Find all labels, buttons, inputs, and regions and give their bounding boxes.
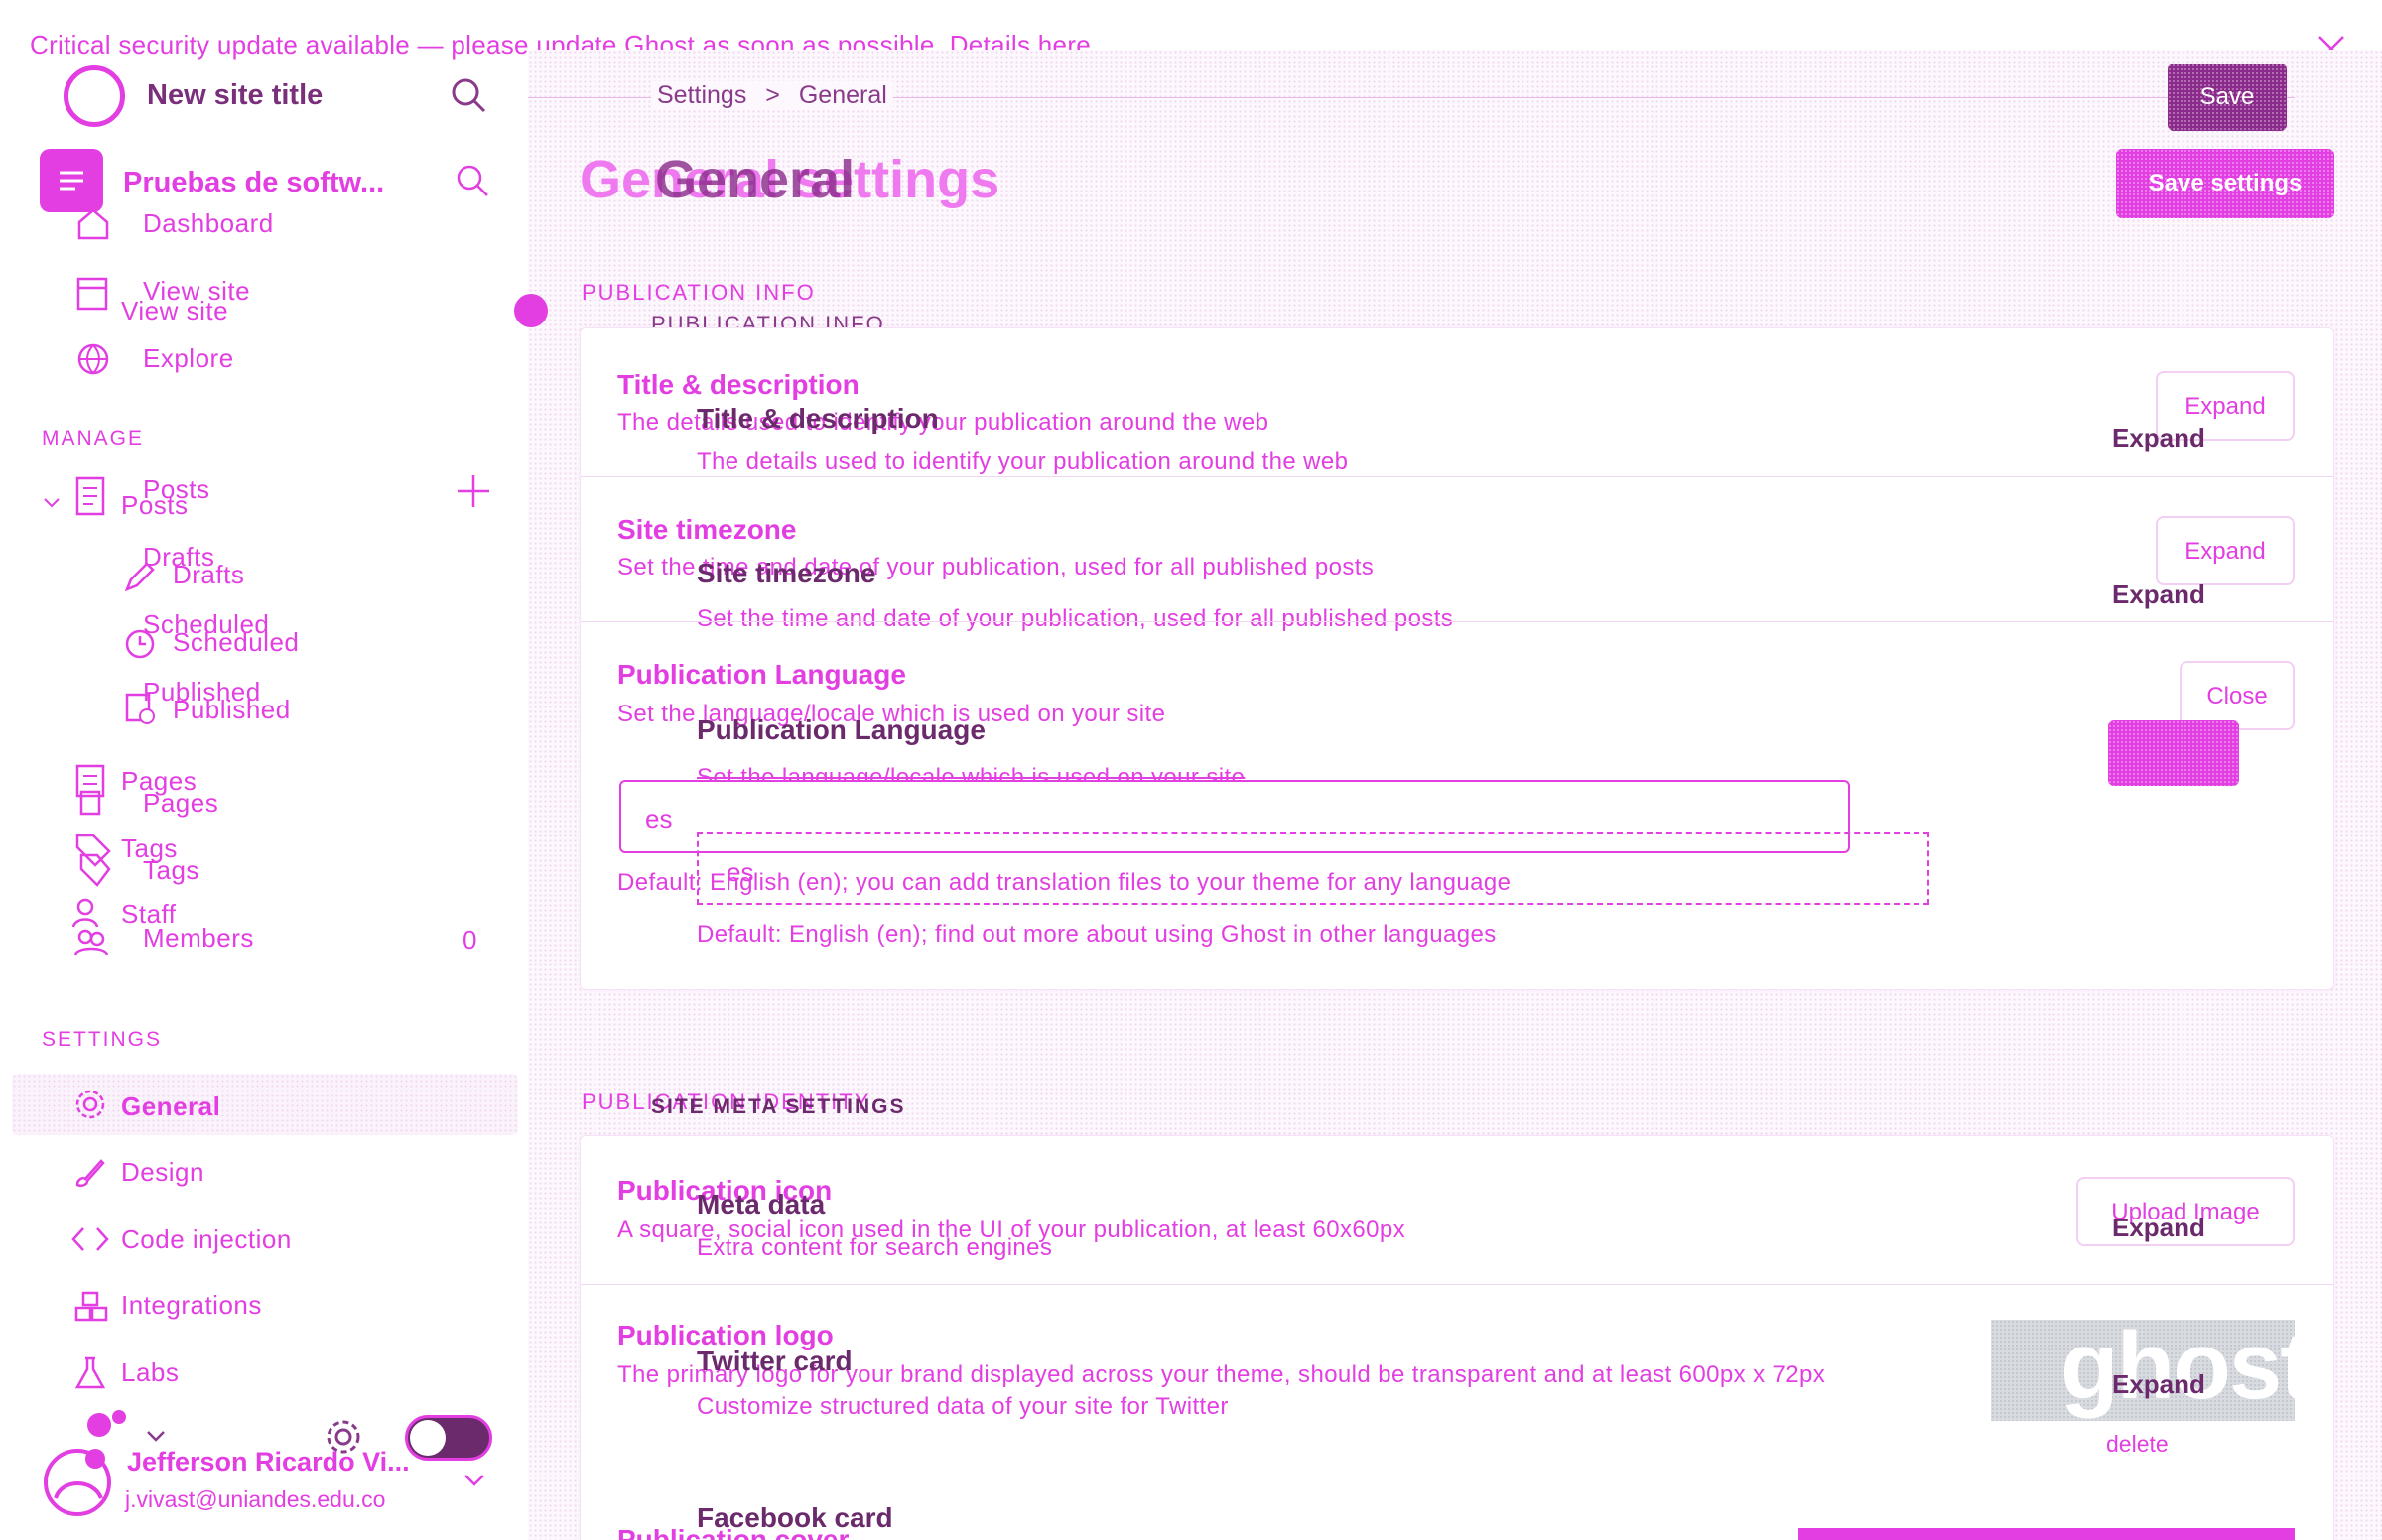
night-mode-toggle[interactable] [405, 1415, 492, 1461]
row-meta-data-overlay-desc: Extra content for search engines [697, 1234, 1053, 1261]
row-meta-data-overlay-title: Meta data [697, 1189, 826, 1219]
row-site-timezone-overlay-desc: Set the time and date of your publicatio… [697, 605, 1454, 632]
search-icon-overlay[interactable] [455, 163, 490, 198]
row-title-description-title: Title & description [617, 369, 860, 400]
members-count: 0 [463, 925, 477, 955]
row-title-description-overlay-desc: The details used to identify your public… [697, 449, 1349, 475]
row-divider [581, 476, 2333, 477]
nav-explore[interactable]: Explore [143, 343, 234, 374]
delete-logo-link[interactable]: delete [2106, 1431, 2169, 1458]
nav-published-overlay[interactable]: Published [173, 695, 291, 725]
brush-icon [73, 1155, 107, 1189]
user-name[interactable]: Jefferson Ricardo Vi... [127, 1447, 410, 1477]
language-help-overlay-text: Default: English (en); find out more abo… [697, 921, 1497, 948]
integrations-icon [73, 1290, 109, 1324]
expand-twitter-card-overlay-button[interactable]: Expand [2112, 1369, 2205, 1400]
settings-item-labs[interactable]: Labs [121, 1357, 179, 1388]
row-divider [581, 1284, 2333, 1285]
browser-icon [75, 276, 109, 312]
settings-item-integrations[interactable]: Integrations [121, 1290, 262, 1321]
settings-caption: SETTINGS [42, 1028, 163, 1051]
chevron-down-icon[interactable] [42, 492, 62, 512]
pages-icon [73, 762, 109, 820]
site-title[interactable]: New site title [147, 79, 323, 112]
manage-caption: MANAGE [42, 427, 145, 449]
settings-item-code-injection[interactable]: Code injection [121, 1224, 292, 1255]
settings-item-design[interactable]: Design [121, 1157, 204, 1188]
row-publication-language-overlay-title: Publication Language [697, 714, 986, 745]
nav-pages-overlay[interactable]: Pages [143, 788, 218, 819]
staff-icon [71, 897, 111, 959]
row-twitter-card-overlay-desc: Customize structured data of your site f… [697, 1393, 1229, 1420]
cover-image-preview[interactable] [1798, 1528, 2295, 1540]
row-twitter-card-overlay-title: Twitter card [697, 1346, 853, 1376]
language-input-value: es [645, 804, 673, 834]
row-facebook-card-overlay-title: Facebook card [697, 1502, 893, 1533]
flask-icon [73, 1355, 107, 1391]
chevron-down-icon[interactable] [145, 1427, 167, 1445]
site-avatar-placeholder [64, 65, 125, 127]
page-title-overlay: General [655, 150, 856, 209]
tag-icon [73, 832, 113, 891]
expand-title-description-overlay-button[interactable]: Expand [2112, 423, 2205, 453]
expand-site-timezone-overlay-button[interactable]: Expand [2112, 579, 2205, 610]
nav-posts-overlay[interactable]: Posts [121, 490, 189, 521]
expand-site-timezone-button[interactable]: Expand [2156, 516, 2295, 585]
nav-members[interactable]: Members [143, 923, 254, 954]
nav-view-site-overlay[interactable]: View site [121, 296, 228, 326]
user-menu-chevron-icon[interactable] [463, 1471, 486, 1488]
settings-general-label: General [121, 1091, 221, 1121]
breadcrumb-separator-icon: > [765, 81, 780, 109]
nav-scheduled-overlay[interactable]: Scheduled [173, 627, 299, 658]
loading-indicator-icon [514, 294, 548, 327]
language-help-text: Default: English (en); you can add trans… [617, 869, 1512, 896]
save-settings-button[interactable]: Save settings [2116, 149, 2334, 218]
avatar[interactable] [42, 1409, 131, 1518]
section-caption-publication-info: PUBLICATION INFO [582, 280, 816, 305]
row-site-timezone-title: Site timezone [617, 514, 797, 545]
toggle-knob [410, 1420, 446, 1456]
house-icon [75, 206, 111, 242]
code-icon [71, 1224, 109, 1254]
row-publication-language-title: Publication Language [617, 659, 906, 690]
nav-drafts-overlay[interactable]: Drafts [173, 560, 244, 590]
add-post-icon[interactable] [455, 472, 492, 510]
expand-meta-data-overlay-button[interactable]: Expand [2112, 1213, 2205, 1243]
breadcrumb-general: General [798, 81, 887, 109]
section-caption-site-meta-overlay: SITE META SETTINGS [651, 1095, 906, 1118]
row-divider [581, 621, 2333, 622]
nav-tags-overlay[interactable]: Tags [143, 855, 199, 886]
posts-icon [73, 470, 109, 518]
nav-dashboard[interactable]: Dashboard [143, 208, 274, 239]
save-button-overlay[interactable]: Save [2168, 64, 2287, 131]
user-email: j.vivast@uniandes.edu.co [125, 1486, 386, 1512]
search-icon[interactable] [449, 75, 488, 115]
globe-icon [75, 341, 111, 377]
site-title-overlay[interactable]: Pruebas de softw... [123, 167, 384, 199]
gear-icon [73, 1088, 107, 1121]
row-title-description-overlay-title: Title & description [697, 403, 939, 434]
row-site-timezone-overlay-title: Site timezone [697, 558, 876, 588]
breadcrumb: Settings > General [651, 81, 893, 110]
breadcrumb-settings[interactable]: Settings [657, 81, 746, 109]
site-logo-icon[interactable] [40, 149, 103, 212]
close-publication-language-overlay-button[interactable] [2108, 720, 2239, 786]
